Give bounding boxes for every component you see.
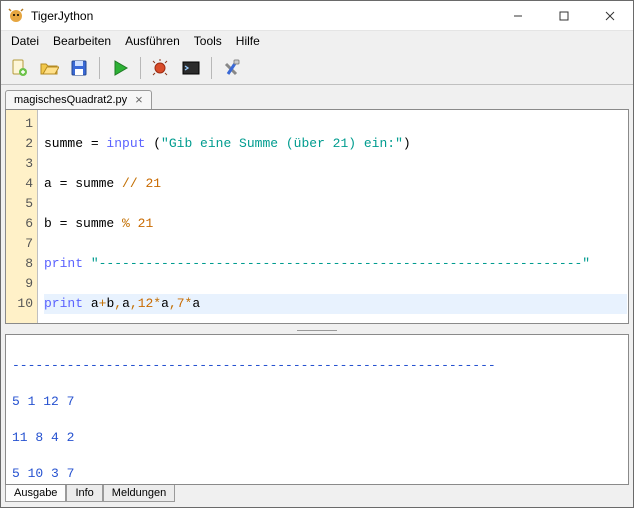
menu-edit[interactable]: Bearbeiten	[47, 32, 117, 50]
bottom-tabbar: Ausgabe Info Meldungen	[1, 485, 633, 507]
code-area[interactable]: summe = input ("Gib eine Summe (über 21)…	[38, 110, 628, 323]
minimize-button[interactable]	[495, 1, 541, 30]
close-button[interactable]	[587, 1, 633, 30]
bottom-tab-info[interactable]: Info	[66, 485, 102, 502]
app-icon	[7, 7, 25, 25]
menu-run[interactable]: Ausführen	[119, 32, 186, 50]
run-button[interactable]	[108, 56, 132, 80]
debug-button[interactable]	[149, 56, 173, 80]
window-controls	[495, 1, 633, 30]
code-editor[interactable]: 123 456 789 10 summe = input ("Gib eine …	[5, 109, 629, 324]
maximize-button[interactable]	[541, 1, 587, 30]
toolbar-separator	[140, 57, 141, 79]
menubar: Datei Bearbeiten Ausführen Tools Hilfe	[1, 31, 633, 51]
output-text[interactable]: ----------------------------------------…	[6, 335, 628, 485]
toolbar-separator	[99, 57, 100, 79]
tab-close-icon[interactable]: ×	[135, 93, 143, 106]
menu-tools[interactable]: Tools	[188, 32, 228, 50]
menu-help[interactable]: Hilfe	[230, 32, 266, 50]
open-file-button[interactable]	[37, 56, 61, 80]
bottom-tab-output[interactable]: Ausgabe	[5, 485, 66, 502]
titlebar: TigerJython	[1, 1, 633, 31]
console-button[interactable]	[179, 56, 203, 80]
settings-button[interactable]	[220, 56, 244, 80]
output-panel: ----------------------------------------…	[5, 334, 629, 485]
editor-tab[interactable]: magischesQuadrat2.py ×	[5, 90, 152, 109]
app-window: TigerJython Datei Bearbeiten Ausführen T…	[0, 0, 634, 508]
new-file-button[interactable]	[7, 56, 31, 80]
window-title: TigerJython	[31, 9, 495, 23]
save-button[interactable]	[67, 56, 91, 80]
tab-filename: magischesQuadrat2.py	[14, 94, 127, 106]
toolbar	[1, 51, 633, 85]
bottom-tab-messages[interactable]: Meldungen	[103, 485, 175, 502]
line-gutter: 123 456 789 10	[6, 110, 38, 323]
toolbar-separator	[211, 57, 212, 79]
menu-file[interactable]: Datei	[5, 32, 45, 50]
editor-tabbar: magischesQuadrat2.py ×	[1, 85, 633, 109]
